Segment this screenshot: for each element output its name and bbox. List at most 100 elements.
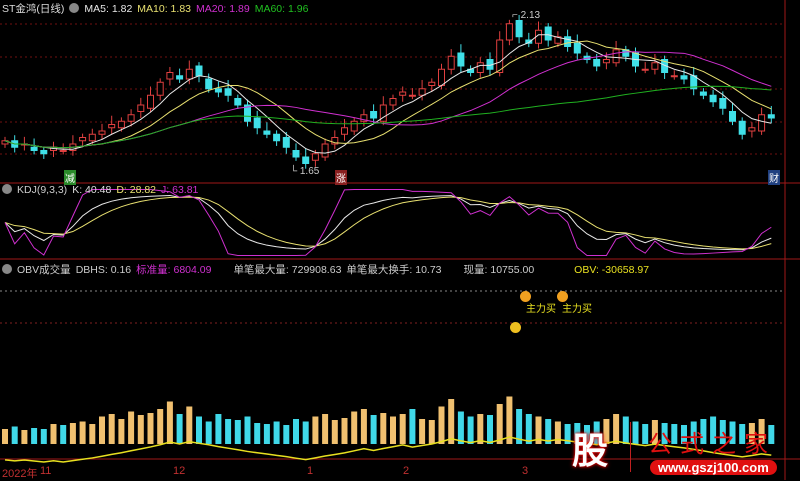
candle-body — [40, 150, 48, 155]
volume-bar — [496, 404, 503, 444]
kdj-k: K: 40.48 — [72, 184, 112, 196]
volume-bar — [438, 406, 445, 444]
volume-bar — [331, 420, 338, 444]
volume-bar — [322, 414, 329, 444]
candle-body — [505, 23, 513, 41]
volume-bar — [147, 413, 154, 444]
low-price-label: └ 1.65 — [290, 166, 320, 177]
candle-body — [98, 130, 106, 135]
candle-body — [544, 26, 552, 41]
candle-body — [273, 133, 281, 142]
volume-bar — [341, 418, 348, 444]
x-year: 2022年 — [2, 468, 38, 480]
candle-body — [389, 98, 397, 106]
main-legend: ST金鸿(日线) MA5: 1.82 MA10: 1.83 MA20: 1.89 MA6… — [2, 1, 313, 16]
volume-bar — [244, 416, 251, 444]
volume-bar — [50, 424, 57, 444]
ma20-value: MA20: 1.89 — [196, 3, 250, 15]
volume-bar — [21, 430, 28, 444]
candle-body — [253, 117, 261, 129]
x-month: 11 — [40, 465, 52, 477]
candle-body — [428, 81, 436, 86]
divider — [630, 422, 631, 472]
candle-body — [311, 153, 319, 161]
candle-body — [176, 75, 184, 80]
volume-bar — [477, 414, 484, 444]
kdj-d: D: 28.82 — [116, 184, 157, 196]
volume-bar — [428, 420, 435, 444]
candle-body — [292, 150, 300, 158]
candle-body — [156, 81, 164, 96]
volume-bar — [302, 421, 309, 444]
candle-body — [457, 52, 465, 67]
x-month: 3 — [522, 465, 529, 477]
candle-body — [496, 39, 504, 73]
volume-bar — [263, 424, 270, 444]
candle-body — [670, 75, 678, 78]
candle-body — [593, 59, 601, 67]
volume-bar — [351, 411, 358, 444]
tag-zhang[interactable]: 涨 — [335, 170, 347, 185]
candle-body — [758, 114, 766, 132]
candle-body — [350, 120, 358, 132]
volume-bar — [399, 414, 406, 444]
candle-body — [748, 127, 756, 132]
candle-body — [573, 42, 581, 54]
stock-title: ST金鸿(日线) — [2, 3, 65, 15]
volume-bar — [254, 423, 261, 444]
candle-body — [729, 111, 736, 122]
volume-bar — [409, 409, 416, 444]
logo-url: www.gszj100.com — [650, 460, 777, 475]
candle-body — [137, 104, 145, 112]
candle-body — [641, 68, 649, 71]
candle-body — [117, 120, 125, 129]
candle-body — [341, 127, 348, 135]
volume-bar — [99, 416, 105, 444]
volume-bar — [487, 415, 493, 444]
dbhs: DBHS: 0.16 — [75, 264, 132, 276]
candle-body — [447, 55, 455, 70]
candle-body — [515, 20, 523, 38]
candle-body — [602, 59, 610, 64]
volume-bar — [312, 416, 319, 444]
candle-body — [166, 72, 174, 80]
high-price-label: ⌐ 2.13 — [512, 10, 541, 21]
candle-body — [185, 68, 193, 80]
candle-body — [612, 49, 620, 64]
ma10-value: MA10: 1.83 — [137, 3, 191, 15]
x-month: 2 — [403, 465, 410, 477]
volume-bar — [2, 429, 8, 444]
volume-bar — [108, 414, 115, 444]
volume-bar — [176, 414, 183, 444]
tag-cai[interactable]: 财 — [768, 170, 780, 185]
buy-signal-label: 主力买 — [562, 304, 592, 315]
volume-bar — [69, 423, 76, 444]
candle-body — [302, 156, 310, 164]
volume-bar — [79, 421, 86, 444]
volume-bar — [128, 411, 135, 444]
candle-body — [127, 114, 135, 122]
settings-circle-icon[interactable] — [2, 184, 12, 194]
settings-circle-icon[interactable] — [2, 264, 12, 274]
std-volume: 标准量: 6804.09 — [136, 264, 212, 276]
volume-bar — [370, 415, 377, 444]
candle-body — [195, 65, 203, 77]
volume-bar — [118, 419, 125, 444]
volume-bar — [196, 416, 202, 444]
candle-body — [738, 120, 746, 135]
volume-bar — [89, 424, 96, 444]
volume-bar — [467, 416, 474, 444]
volume-bar — [390, 416, 396, 444]
settings-circle-icon[interactable] — [69, 3, 80, 13]
volume-bar — [205, 421, 212, 444]
watermark-logo: 股 公式之家 www.gszj100.com — [560, 420, 790, 475]
volume-bar — [283, 425, 290, 444]
volume-bar — [360, 409, 367, 444]
volume-bar — [293, 419, 299, 444]
tag-jian[interactable]: 减 — [64, 170, 76, 185]
candle-body — [263, 130, 271, 135]
volume-bar — [234, 420, 241, 444]
stock-chart[interactable] — [0, 0, 800, 480]
volume-bar — [60, 425, 67, 444]
candle-body — [418, 88, 426, 96]
